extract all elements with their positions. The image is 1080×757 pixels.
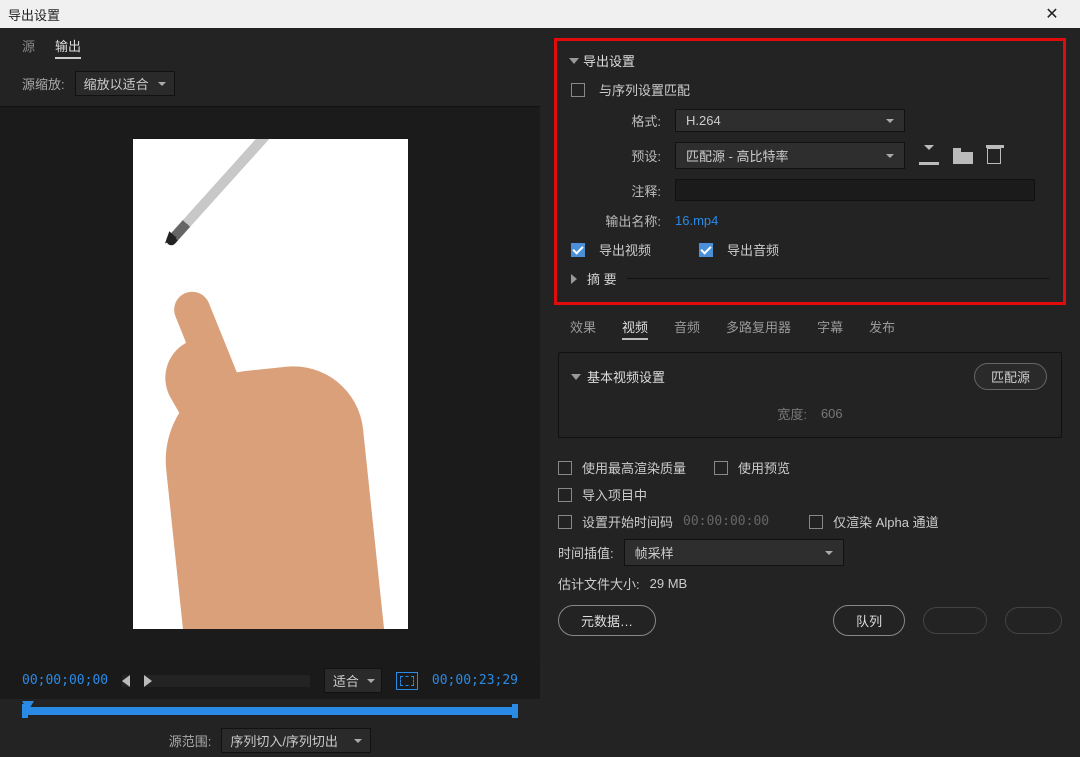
- divider: [627, 278, 1049, 279]
- export-audio-label: 导出音频: [727, 240, 779, 259]
- alpha-only-label: 仅渲染 Alpha 通道: [833, 512, 938, 531]
- set-start-tc-checkbox[interactable]: [558, 515, 572, 529]
- output-name-link[interactable]: 16.mp4: [675, 213, 718, 228]
- chevron-down-icon[interactable]: [569, 58, 579, 64]
- tab-output[interactable]: 输出: [55, 36, 81, 59]
- use-preview-label: 使用预览: [738, 458, 790, 477]
- summary-label[interactable]: 摘 要: [587, 269, 617, 288]
- export-audio-checkbox[interactable]: [699, 243, 713, 257]
- tab-mux[interactable]: 多路复用器: [726, 317, 791, 340]
- preview-frame: [133, 139, 408, 629]
- tab-captions[interactable]: 字幕: [817, 317, 843, 340]
- export-settings-title: 导出设置: [583, 51, 635, 70]
- source-range-label: 源范围:: [169, 731, 212, 750]
- tab-audio[interactable]: 音频: [674, 317, 700, 340]
- timecode-end: 00;00;23;29: [432, 673, 518, 688]
- width-label: 宽度:: [777, 404, 807, 423]
- export-video-checkbox[interactable]: [571, 243, 585, 257]
- out-point-icon[interactable]: [512, 704, 518, 718]
- preset-select[interactable]: 匹配源 - 高比特率: [675, 142, 905, 169]
- chevron-down-icon[interactable]: [571, 374, 581, 380]
- queue-button[interactable]: 队列: [833, 605, 905, 636]
- close-icon[interactable]: ✕: [1032, 4, 1072, 24]
- output-name-label: 输出名称:: [571, 211, 661, 230]
- timecode-start[interactable]: 00;00;00;00: [22, 673, 108, 688]
- import-preset-icon[interactable]: [953, 152, 973, 164]
- in-point-icon[interactable]: [22, 704, 28, 718]
- max-render-quality-label: 使用最高渲染质量: [582, 458, 686, 477]
- alpha-only-checkbox[interactable]: [809, 515, 823, 529]
- dialog-title: 导出设置: [8, 5, 60, 24]
- use-preview-checkbox[interactable]: [714, 461, 728, 475]
- max-render-quality-checkbox[interactable]: [558, 461, 572, 475]
- prev-frame-icon[interactable]: [122, 675, 130, 687]
- format-select[interactable]: H.264: [675, 109, 905, 132]
- export-video-label: 导出视频: [599, 240, 651, 259]
- start-tc-value: 00:00:00:00: [683, 514, 769, 529]
- format-label: 格式:: [605, 111, 661, 130]
- tab-publish[interactable]: 发布: [869, 317, 895, 340]
- crop-icon[interactable]: [396, 672, 418, 690]
- cancel-button[interactable]: [1005, 607, 1062, 634]
- tab-video[interactable]: 视频: [622, 317, 648, 340]
- source-scale-label: 源缩放:: [22, 74, 65, 93]
- match-sequence-label: 与序列设置匹配: [599, 80, 690, 99]
- chevron-right-icon[interactable]: [571, 274, 577, 284]
- save-preset-icon[interactable]: [919, 147, 939, 165]
- source-scale-select[interactable]: 缩放以适合: [75, 71, 175, 96]
- comment-label: 注释:: [605, 181, 661, 200]
- comment-input[interactable]: [675, 179, 1035, 201]
- tab-source[interactable]: 源: [22, 36, 35, 59]
- preview-area: [0, 107, 540, 660]
- preset-label: 预设:: [605, 146, 661, 165]
- time-interp-label: 时间插值:: [558, 543, 614, 562]
- tab-effects[interactable]: 效果: [570, 317, 596, 340]
- match-sequence-checkbox[interactable]: [571, 83, 585, 97]
- zoom-fit-select[interactable]: 适合: [324, 668, 382, 693]
- metadata-button[interactable]: 元数据…: [558, 605, 656, 636]
- est-size-label: 估计文件大小:: [558, 574, 640, 593]
- timeline[interactable]: [0, 699, 540, 727]
- next-frame-icon[interactable]: [144, 675, 310, 687]
- delete-preset-icon[interactable]: [987, 148, 1001, 164]
- import-project-label: 导入项目中: [582, 485, 647, 504]
- import-project-checkbox[interactable]: [558, 488, 572, 502]
- basic-video-settings-title: 基本视频设置: [587, 367, 665, 386]
- source-range-select[interactable]: 序列切入/序列切出: [221, 728, 371, 753]
- width-value[interactable]: 606: [821, 406, 843, 421]
- export-button[interactable]: [923, 607, 987, 634]
- match-source-button[interactable]: 匹配源: [974, 363, 1047, 390]
- time-interp-select[interactable]: 帧采样: [624, 539, 844, 566]
- set-start-tc-label: 设置开始时间码: [582, 512, 673, 531]
- est-size-value: 29 MB: [650, 576, 688, 591]
